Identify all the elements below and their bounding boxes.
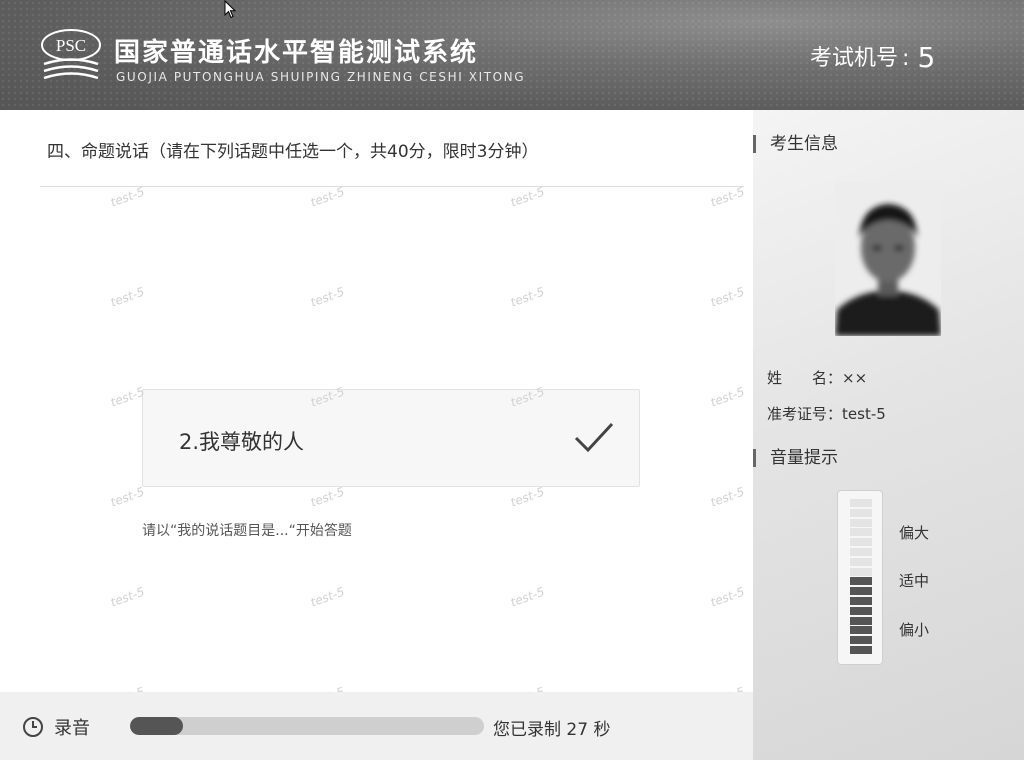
candidate-name-row: 姓 名：××: [767, 367, 867, 388]
volume-meter-segment: [850, 538, 872, 547]
question-title: 四、命题说话（请在下列话题中任选一个，共40分，限时3分钟）: [47, 142, 539, 162]
candidate-id-row: 准考证号：test-5: [767, 403, 886, 424]
candidate-photo: [835, 182, 941, 336]
clock-icon: [23, 717, 43, 737]
recording-status-prefix: 您已录制: [493, 720, 561, 740]
system-subtitle: GUOJIA PUTONGHUA SHUIPING ZHINENG CESHI …: [116, 70, 526, 84]
volume-meter-segment: [850, 557, 872, 566]
volume-meter-segment: [850, 508, 872, 517]
question-panel: 四、命题说话（请在下列话题中任选一个，共40分，限时3分钟） 2.我尊敬的人 请…: [0, 110, 753, 692]
volume-meter-segment: [850, 528, 872, 537]
volume-meter-segment: [850, 499, 872, 507]
psc-logo-icon: PSC: [41, 29, 101, 80]
exam-machine-number: 考试机号:5: [810, 40, 935, 74]
exam-number-label: 考试机号: [810, 46, 899, 71]
recording-status-suffix: 秒: [593, 720, 611, 740]
name-label: 姓 名：: [767, 369, 843, 387]
exam-number-separator: :: [902, 46, 910, 71]
recording-seconds: 27: [566, 720, 589, 740]
recording-bar: 录音 您已录制 27 秒: [0, 692, 753, 760]
volume-meter-segment: [850, 626, 872, 635]
volume-label-mid: 适中: [899, 572, 930, 590]
volume-meter: [837, 490, 883, 665]
recording-progress: [130, 717, 484, 735]
volume-meter-segment: [850, 616, 872, 625]
app-header: PSC 国家普通话水平智能测试系统 GUOJIA PUTONGHUA SHUIP…: [0, 0, 1024, 110]
volume-meter-segment: [850, 548, 872, 556]
candidate-info-title: 考生信息: [753, 135, 838, 153]
volume-meter-segment: [850, 646, 872, 654]
recording-progress-fill: [130, 717, 184, 735]
mouse-pointer-icon: [224, 0, 237, 19]
volume-hint-title: 音量提示: [753, 449, 838, 467]
volume-meter-segment: [850, 606, 872, 615]
volume-meter-segment: [850, 577, 872, 586]
candidate-sidebar: 考生信息 姓 名：×× 准考证号：test-5 音量提示 偏大 适中 偏小: [753, 110, 1024, 760]
volume-label-low: 偏小: [899, 621, 930, 639]
volume-meter-segment: [850, 587, 872, 596]
logo-text: PSC: [56, 36, 86, 55]
id-label: 准考证号：: [767, 405, 843, 423]
volume-label-high: 偏大: [899, 524, 930, 542]
volume-meter-segment: [850, 636, 872, 645]
checkmark-icon: [574, 422, 614, 453]
answer-hint: 请以“我的说话题目是...“开始答题: [142, 523, 352, 539]
id-value: test-5: [842, 405, 886, 423]
system-title: 国家普通话水平智能测试系统: [114, 38, 479, 68]
exam-number-value: 5: [917, 41, 936, 74]
volume-meter-segment: [850, 597, 872, 605]
volume-meter-segment: [850, 567, 872, 576]
topic-option-card[interactable]: 2.我尊敬的人: [142, 389, 640, 487]
recording-status: 您已录制 27 秒: [493, 715, 610, 740]
recording-label: 录音: [54, 718, 90, 739]
title-divider: [40, 186, 744, 187]
name-value: ××: [842, 369, 868, 387]
volume-meter-segment: [850, 518, 872, 527]
topic-option-text: 2.我尊敬的人: [179, 430, 305, 454]
